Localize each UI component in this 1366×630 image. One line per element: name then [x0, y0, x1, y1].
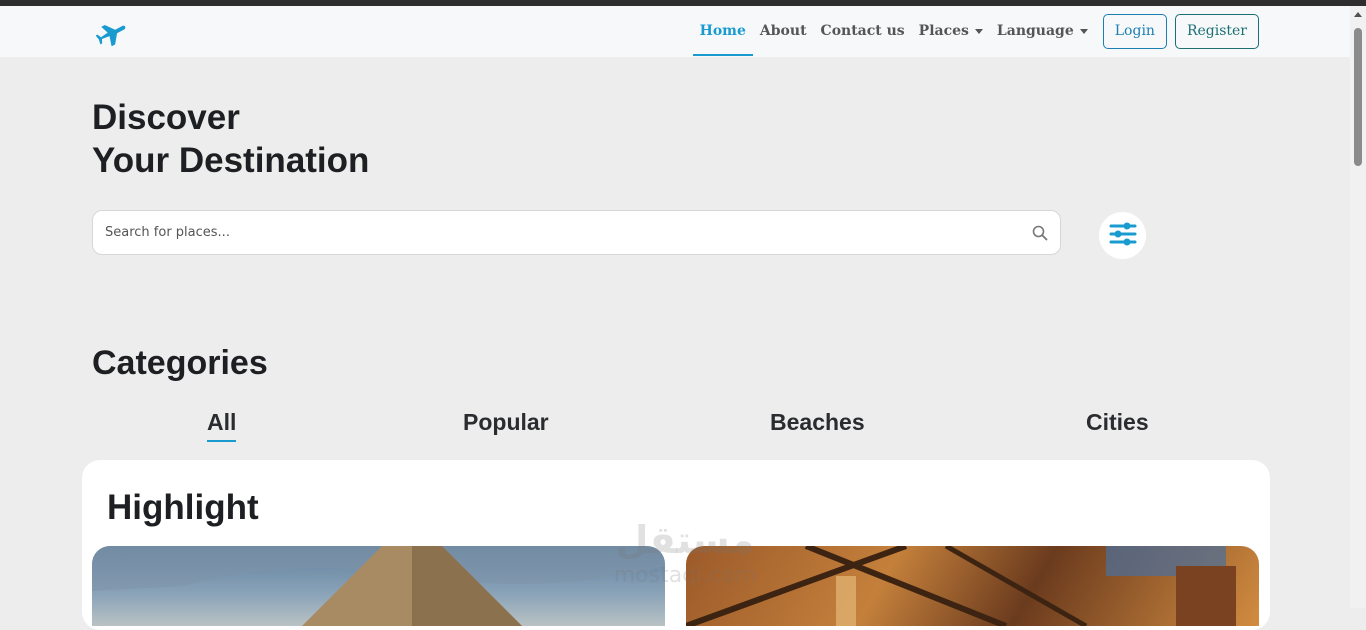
highlight-section: Highlight: [82, 460, 1270, 630]
pyramid-photo[interactable]: [92, 546, 665, 626]
museum-photo[interactable]: [686, 546, 1259, 626]
language-label: Language: [996, 23, 1074, 39]
airplane-icon[interactable]: [95, 18, 130, 47]
scrollbar-thumb[interactable]: [1354, 28, 1362, 166]
search-icon[interactable]: [1032, 225, 1048, 241]
page-scrollbar[interactable]: [1350, 6, 1366, 608]
highlight-heading: Highlight: [107, 488, 259, 527]
nav-about-link[interactable]: About: [753, 13, 814, 49]
navbar: Home About Contact us Places Language Lo…: [0, 6, 1350, 57]
register-button[interactable]: Register: [1174, 13, 1259, 49]
places-label: Places: [918, 23, 969, 39]
nav-links: Home About Contact us Places Language Lo…: [692, 13, 1259, 56]
login-button[interactable]: Login: [1102, 13, 1167, 49]
search-bar: [92, 210, 1061, 255]
categories-heading: Categories: [92, 344, 268, 382]
tab-cities[interactable]: Cities: [1086, 409, 1149, 436]
tab-all[interactable]: All: [207, 409, 237, 442]
nav-contact-link[interactable]: Contact us: [814, 13, 912, 49]
nav-places-dropdown[interactable]: Places: [912, 13, 990, 49]
hero-heading: Discover Your Destination: [92, 96, 369, 182]
hero-line-2: Your Destination: [92, 141, 370, 180]
scroll-up-arrow-icon[interactable]: [1354, 12, 1362, 17]
hero-line-1: Discover: [92, 98, 240, 137]
filter-button[interactable]: [1099, 212, 1146, 259]
nav-language-dropdown[interactable]: Language: [990, 13, 1095, 49]
chevron-down-icon: [1079, 28, 1088, 34]
search-input[interactable]: [103, 211, 1003, 254]
sliders-icon: [1109, 221, 1137, 251]
chevron-down-icon: [974, 28, 983, 34]
tab-beaches[interactable]: Beaches: [770, 409, 865, 436]
nav-home-link[interactable]: Home: [692, 13, 754, 56]
tab-popular[interactable]: Popular: [463, 409, 549, 436]
